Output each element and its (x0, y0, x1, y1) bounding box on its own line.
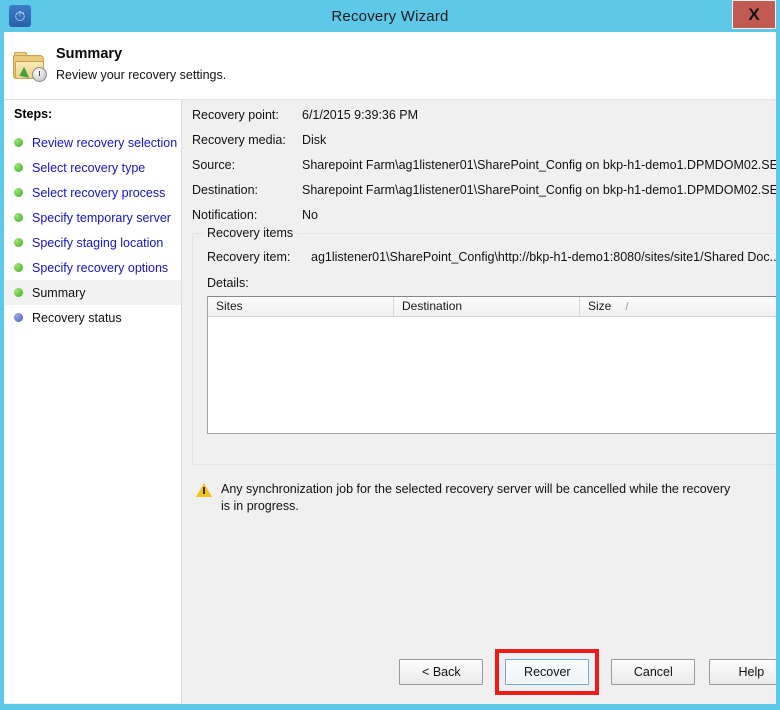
step-bullet-icon (14, 188, 23, 197)
sidebar-item-specify-staging-location[interactable]: Specify staging location (4, 230, 181, 255)
field-label: Recovery media: (192, 133, 286, 147)
sidebar-item-select-recovery-process[interactable]: Select recovery process (4, 180, 181, 205)
table-body (208, 317, 776, 433)
help-button[interactable]: Help (709, 659, 776, 685)
wizard-header: Summary Review your recovery settings. (4, 32, 776, 100)
close-button[interactable]: X (732, 0, 776, 29)
warning-text: Any synchronization job for the selected… (221, 482, 731, 513)
column-header-destination[interactable]: Destination (394, 297, 580, 316)
sidebar-item-recovery-status[interactable]: Recovery status (4, 305, 181, 330)
sidebar-item-specify-temporary-server[interactable]: Specify temporary server (4, 205, 181, 230)
wizard-body: Steps: Review recovery selection Select … (4, 100, 776, 703)
step-label: Specify temporary server (32, 210, 171, 225)
field-label: Destination: (192, 183, 259, 197)
steps-sidebar: Steps: Review recovery selection Select … (4, 100, 182, 703)
step-bullet-icon (14, 138, 23, 147)
sidebar-item-specify-recovery-options[interactable]: Specify recovery options (4, 255, 181, 280)
sidebar-item-select-recovery-type[interactable]: Select recovery type (4, 155, 181, 180)
step-label: Summary (32, 285, 86, 300)
field-label: Notification: (192, 208, 258, 222)
column-header-sites[interactable]: Sites (208, 297, 394, 316)
sidebar-item-summary[interactable]: Summary (4, 280, 181, 305)
details-table[interactable]: Sites Destination Size / (207, 296, 776, 434)
field-value: Sharepoint Farm\ag1listener01\SharePoint… (302, 158, 780, 172)
steps-heading: Steps: (14, 107, 53, 121)
button-bar: < Back Recover Cancel Help (182, 649, 776, 695)
summary-panel: Recovery point: 6/1/2015 9:39:36 PM Reco… (182, 100, 780, 703)
step-label: Specify staging location (32, 235, 164, 250)
step-bullet-icon (14, 213, 23, 222)
summary-row-destination: Destination: Sharepoint Farm\ag1listener… (192, 183, 780, 197)
header-text-block: Summary Review your recovery settings. (56, 40, 226, 82)
warning-triangle-icon (196, 483, 212, 497)
table-header-row: Sites Destination Size / (208, 297, 776, 317)
groupbox-legend: Recovery items (203, 226, 298, 240)
field-label: Source: (192, 158, 236, 172)
step-label: Select recovery process (32, 185, 166, 200)
recover-button[interactable]: Recover (505, 659, 590, 685)
field-label: Recovery item: (207, 250, 291, 264)
field-value: ag1listener01\SharePoint_Config\http://b… (311, 250, 780, 264)
step-bullet-icon (14, 313, 23, 322)
warning-message: Any synchronization job for the selected… (192, 481, 776, 515)
title-bar: ⏱ Recovery Wizard X (4, 0, 776, 32)
field-value: No (302, 208, 318, 222)
step-label: Review recovery selection (32, 135, 178, 150)
step-bullet-icon (14, 288, 23, 297)
step-label: Recovery status (32, 310, 122, 325)
field-label: Recovery point: (192, 108, 279, 122)
folder-recovery-icon (4, 40, 56, 82)
summary-row-recovery-point: Recovery point: 6/1/2015 9:39:36 PM (192, 108, 776, 122)
step-bullet-icon (14, 238, 23, 247)
recover-button-highlight: Recover (495, 649, 600, 695)
window-title: Recovery Wizard (331, 7, 449, 25)
cancel-button[interactable]: Cancel (611, 659, 696, 685)
step-bullet-icon (14, 163, 23, 172)
sidebar-item-review-recovery-selection[interactable]: Review recovery selection (4, 130, 181, 155)
page-title: Summary (56, 46, 123, 62)
recovery-wizard-window: ⏱ Recovery Wizard X Summary Review your … (0, 0, 780, 710)
back-button[interactable]: < Back (399, 659, 484, 685)
step-label: Specify recovery options (32, 260, 169, 275)
details-label: Details: (207, 276, 249, 290)
summary-row-source: Source: Sharepoint Farm\ag1listener01\Sh… (192, 158, 780, 172)
step-bullet-icon (14, 263, 23, 272)
field-value: 6/1/2015 9:39:36 PM (302, 108, 419, 122)
step-label: Select recovery type (32, 160, 146, 175)
sort-indicator-icon: / (625, 301, 629, 313)
page-subtitle: Review your recovery settings. (56, 68, 227, 82)
field-value: Sharepoint Farm\ag1listener01\SharePoint… (302, 183, 780, 197)
column-header-size-label: Size (588, 299, 612, 313)
column-header-size[interactable]: Size / (580, 297, 776, 316)
recovery-items-groupbox: Recovery items Recovery item: ag1listene… (192, 226, 780, 465)
summary-row-notification: Notification: No (192, 208, 776, 222)
summary-row-recovery-media: Recovery media: Disk (192, 133, 776, 147)
recovery-item-row: Recovery item: ag1listener01\SharePoint_… (207, 250, 780, 264)
field-value: Disk (302, 133, 327, 147)
